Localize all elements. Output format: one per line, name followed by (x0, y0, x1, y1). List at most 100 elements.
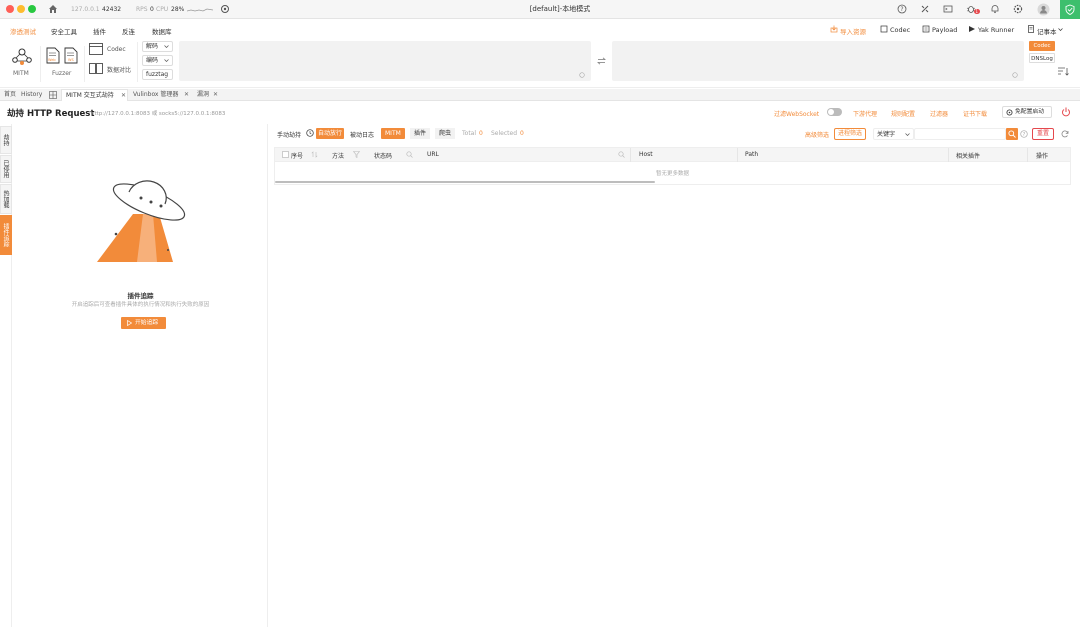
select-all-checkbox[interactable] (282, 151, 289, 158)
col-path[interactable]: Path (745, 151, 758, 158)
rules-config-link[interactable]: 规则配置 (891, 109, 915, 118)
column-divider (737, 148, 738, 162)
fuzzer-tool-button[interactable]: Web WS Fuzzer (44, 47, 80, 79)
power-icon[interactable] (1061, 107, 1071, 117)
codec-input-editor[interactable] (179, 41, 591, 81)
notebook-button[interactable]: 记事本 (1037, 26, 1057, 36)
col-url[interactable]: URL (427, 151, 439, 158)
home-icon[interactable] (48, 4, 58, 14)
codec-tool-icon (89, 43, 103, 55)
tools-icon[interactable] (920, 4, 930, 14)
menu-item-security-tools[interactable]: 安全工具 (51, 26, 77, 36)
side-tab-hotload[interactable]: 热加载 (0, 184, 12, 214)
total-count: 0 (479, 130, 483, 137)
tab-vulinbox[interactable]: Vulinbox 管理器 (130, 90, 181, 100)
advanced-filter-link[interactable]: 高级筛选 (805, 130, 829, 139)
host-label: 127.0.0.1 (71, 6, 100, 13)
horizontal-scrollbar[interactable] (275, 181, 655, 183)
plugin-trace-desc: 开启追踪后可查看插件具体的执行情况和执行失败的原因 (71, 302, 210, 308)
swap-icon[interactable] (597, 57, 606, 65)
search-icon[interactable] (406, 151, 413, 158)
crawler-filter-tag[interactable]: 爬虫 (435, 128, 456, 139)
menu-bar: 渗透测试 安全工具 插件 反连 数据库 导入资源 Codec Payload Y… (0, 20, 1080, 38)
menu-item-database[interactable]: 数据库 (152, 26, 172, 36)
help-icon[interactable]: ? (1020, 130, 1028, 138)
filter-icon[interactable] (353, 151, 360, 158)
mitm-filter-tag[interactable]: MITM (381, 128, 405, 139)
process-filter-button[interactable]: 进程筛选 (834, 128, 867, 140)
col-index[interactable]: 序号 (291, 151, 303, 160)
info-icon[interactable] (306, 129, 314, 137)
minimize-window-button[interactable] (17, 5, 25, 13)
payload-icon (922, 25, 930, 33)
security-status[interactable] (1060, 0, 1080, 19)
dnslog-button[interactable]: DNSLog (1029, 53, 1055, 63)
filter-websocket-toggle[interactable] (827, 108, 842, 116)
no-config-start-button[interactable]: 免配置启动 (1002, 106, 1052, 118)
col-status-code[interactable]: 状态码 (374, 151, 392, 160)
plugin-filter-tag[interactable]: 插件 (410, 128, 431, 139)
help-icon[interactable]: ? (897, 4, 907, 14)
close-icon[interactable]: ✕ (121, 91, 126, 101)
search-icon[interactable] (618, 151, 625, 158)
tab-history[interactable]: History (18, 90, 45, 100)
close-window-button[interactable] (6, 5, 14, 13)
avatar[interactable] (1037, 3, 1050, 16)
refresh-icon[interactable] (1061, 130, 1069, 138)
fuzztag-button[interactable]: fuzztag (142, 69, 173, 80)
sort-lines-icon[interactable] (1058, 67, 1069, 76)
search-input[interactable] (914, 128, 1006, 140)
search-button[interactable] (1006, 128, 1018, 140)
filter-link[interactable]: 过滤器 (930, 109, 948, 118)
sort-icon[interactable] (311, 151, 318, 158)
downstream-proxy-link[interactable]: 下游代理 (853, 109, 877, 118)
col-related-plugins[interactable]: 相关插件 (956, 151, 980, 160)
auto-release-option[interactable]: 自动放行 (316, 128, 345, 139)
yak-runner-button[interactable]: Yak Runner (978, 26, 1014, 34)
menu-item-pentest[interactable]: 渗透测试 (10, 26, 36, 36)
tab-vulns[interactable]: 漏洞 (194, 90, 212, 100)
side-tab-hijack[interactable]: 劫持 (0, 126, 12, 154)
close-icon[interactable]: ✕ (184, 90, 189, 100)
encode-select[interactable]: 编码 (142, 55, 173, 66)
decode-select[interactable]: 解码 (142, 41, 173, 52)
menu-item-reverse[interactable]: 反连 (122, 26, 135, 36)
codec-tool-button[interactable]: Codec (107, 46, 126, 53)
col-actions[interactable]: 操作 (1036, 151, 1048, 160)
tab-home[interactable]: 首页 (1, 90, 19, 100)
side-tab-disabled[interactable]: 已停用 (0, 155, 12, 183)
close-icon[interactable]: ✕ (213, 90, 218, 100)
tab-grid-icon[interactable] (49, 91, 57, 99)
side-tab-plugin-trace[interactable]: 插件追踪 (0, 215, 12, 255)
mitm-tool-button[interactable]: MITM (8, 47, 36, 79)
maximize-window-button[interactable] (28, 5, 36, 13)
terminal-icon[interactable] (943, 4, 953, 14)
reset-button[interactable]: 重置 (1032, 128, 1055, 140)
import-resources-button[interactable]: 导入资源 (840, 26, 866, 36)
codec-quick-button[interactable]: Codec (1029, 41, 1055, 51)
total-label: Total (462, 130, 477, 137)
tab-mitm[interactable]: MITM 交互式劫持 ✕ (61, 89, 128, 101)
window-title: [default]-本地模式 (529, 5, 591, 13)
engine-icon[interactable] (220, 4, 230, 14)
import-icon (830, 25, 838, 33)
col-host[interactable]: Host (639, 151, 653, 158)
payload-menu-button[interactable]: Payload (932, 26, 957, 34)
menu-item-plugins[interactable]: 插件 (93, 26, 106, 36)
col-method[interactable]: 方法 (332, 151, 344, 160)
passive-log-option[interactable]: 被动日志 (350, 130, 374, 139)
compare-tool-button[interactable]: 数据对比 (107, 65, 131, 74)
codec-menu-button[interactable]: Codec (890, 26, 910, 34)
plugin-trace-panel: 插件追踪 开启追踪后可查看插件具体的执行情况和执行失败的原因 开始追踪 (13, 124, 268, 627)
traffic-toolbar: 手动劫持 自动放行 被动日志 MITM 插件 爬虫 Total 0 Select… (269, 124, 1080, 144)
bell-icon[interactable] (990, 4, 1000, 14)
keyword-select[interactable]: 关键字 (873, 128, 914, 140)
manual-hijack-option[interactable]: 手动劫持 (277, 130, 301, 139)
title-bar: 127.0.0.1 42432 RPS 0 CPU 28% [default]-… (0, 0, 1080, 19)
selected-label: Selected (491, 130, 518, 137)
codec-output-editor[interactable] (612, 41, 1024, 81)
settings-gear-icon[interactable] (1013, 4, 1023, 14)
selected-count: 0 (520, 130, 524, 137)
cert-download-link[interactable]: 证书下载 (963, 109, 987, 118)
start-trace-button[interactable]: 开始追踪 (121, 317, 166, 329)
